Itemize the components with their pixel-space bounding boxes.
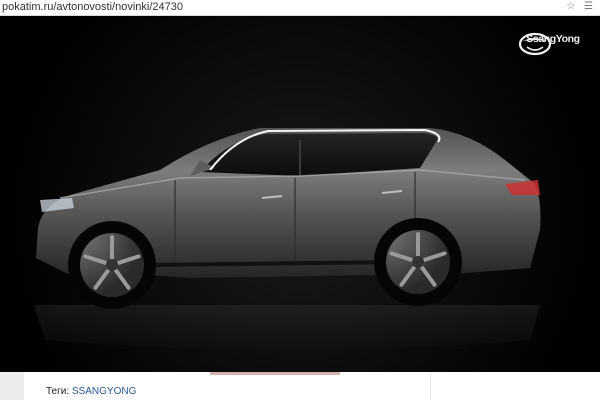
strip-divider [430, 372, 431, 400]
tag-link-ssangyong[interactable]: SSANGYONG [72, 386, 136, 397]
hero-image: SsangYong [0, 16, 600, 372]
browser-address-bar[interactable]: pokatim.ru/avtonovosti/novinki/24730 ☆ ☰ [0, 0, 600, 16]
toolbar-icons[interactable]: ☆ ☰ [566, 1, 596, 12]
ssangyong-dragon-wings-icon [518, 32, 552, 56]
tags-line: Теги: SSANGYONG [46, 386, 136, 397]
url-text[interactable]: pokatim.ru/avtonovosti/novinki/24730 [2, 1, 183, 13]
ssangyong-logo: SsangYong [518, 32, 588, 56]
strip-accent [210, 372, 340, 375]
strip-side-block [0, 372, 24, 400]
tags-strip: Теги: SSANGYONG [0, 372, 600, 400]
tags-label: Теги: [46, 386, 70, 397]
suv-illustration [0, 16, 600, 372]
